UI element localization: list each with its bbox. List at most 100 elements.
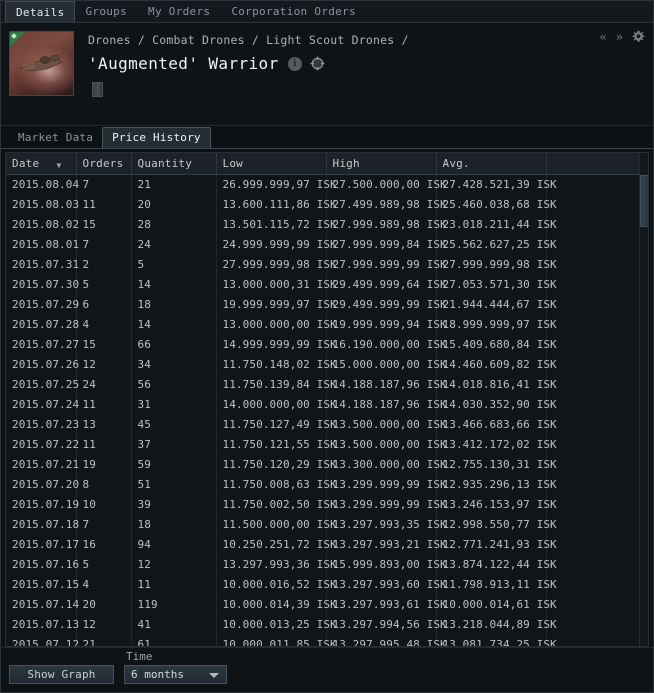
price-history-table: Date ▼ Orders Quantity Low High Avg. 201… (6, 153, 648, 646)
column-header-date[interactable]: Date ▼ (6, 153, 77, 175)
table-row[interactable]: 2015.07.22 11 37 11.750.121,55 ISK 13.500.00… (6, 434, 648, 455)
tab-corporation-orders[interactable]: Corporation Orders (221, 1, 367, 22)
table-row[interactable]: 2015.07.25 24 56 11.750.139,84 ISK 14.188.18… (6, 374, 648, 395)
nav-next-button[interactable]: » (616, 31, 623, 43)
target-icon[interactable] (310, 56, 325, 71)
table-row[interactable]: 2015.08.04 7 21 26.999.999,97 ISK 27.500.000… (6, 174, 648, 195)
meta-variant-icon[interactable] (92, 82, 103, 97)
cell-low: 13.501.115,72 ISK (216, 214, 337, 235)
table-row[interactable]: 2015.07.30 5 14 13.000.000,31 ISK 29.499.999… (6, 274, 648, 295)
cell-quantity: 18 (131, 514, 217, 535)
tab-details[interactable]: Details (5, 1, 76, 22)
table-row[interactable]: 2015.07.15 4 11 10.000.016,52 ISK 13.297.993… (6, 574, 648, 595)
table-row[interactable]: 2015.07.28 4 14 13.000.000,00 ISK 19.999.999… (6, 314, 648, 335)
column-header-quantity[interactable]: Quantity (131, 153, 217, 175)
cell-high: 14.188.187,96 ISK (326, 374, 447, 395)
cell-low: 13.600.111,86 ISK (216, 194, 337, 215)
show-graph-button[interactable]: Show Graph (9, 665, 114, 684)
column-header-low[interactable]: Low (216, 153, 327, 175)
table-row[interactable]: 2015.08.03 11 20 13.600.111,86 ISK 27.499.98… (6, 194, 648, 215)
cell-low: 13.000.000,00 ISK (216, 314, 337, 335)
cell-orders: 4 (76, 574, 132, 595)
table-row[interactable]: 2015.07.18 7 18 11.500.000,00 ISK 13.297.993… (6, 514, 648, 535)
cell-spacer (546, 554, 648, 575)
cell-quantity: 41 (131, 614, 217, 635)
table-row[interactable]: 2015.07.12 21 61 10.000.011,85 ISK 13.297.99… (6, 634, 648, 646)
table-row[interactable]: 2015.07.13 12 41 10.000.013,25 ISK 13.297.99… (6, 614, 648, 635)
table-row[interactable]: 2015.07.20 8 51 11.750.008,63 ISK 13.299.999… (6, 474, 648, 495)
cell-date: 2015.07.27 (6, 334, 79, 355)
cell-low: 10.000.016,52 ISK (216, 574, 337, 595)
cell-date: 2015.08.03 (6, 194, 79, 215)
nav-prev-button[interactable]: « (600, 31, 607, 43)
table-scrollbar[interactable] (639, 153, 648, 646)
cell-avg: 14.018.816,41 ISK (436, 374, 557, 395)
time-range-select[interactable]: 6 months (124, 665, 227, 684)
column-header-orders[interactable]: Orders (76, 153, 132, 175)
subtab-price-history[interactable]: Price History (102, 127, 211, 148)
column-header-high[interactable]: High (326, 153, 437, 175)
tab-groups[interactable]: Groups (75, 1, 138, 22)
cell-quantity: 51 (131, 474, 217, 495)
cell-avg: 13.466.683,66 ISK (436, 414, 557, 435)
cell-high: 19.999.999,94 ISK (326, 314, 447, 335)
drone-item-icon[interactable] (9, 31, 74, 96)
cell-orders: 8 (76, 474, 132, 495)
gear-icon[interactable] (632, 30, 645, 43)
cell-date: 2015.07.21 (6, 454, 79, 475)
table-row[interactable]: 2015.07.27 15 66 14.999.999,99 ISK 16.190.00… (6, 334, 648, 355)
cell-date: 2015.07.14 (6, 594, 79, 615)
cell-low: 14.999.999,99 ISK (216, 334, 337, 355)
table-row[interactable]: 2015.07.23 13 45 11.750.127,49 ISK 13.500.00… (6, 414, 648, 435)
table-row[interactable]: 2015.07.14 20 119 10.000.014,39 ISK 13.297.9… (6, 594, 648, 615)
subtab-market-data[interactable]: Market Data (9, 128, 102, 148)
cell-high: 27.500.000,00 ISK (326, 174, 447, 195)
cell-low: 11.750.139,84 ISK (216, 374, 337, 395)
cell-low: 11.750.121,55 ISK (216, 434, 337, 455)
table-row[interactable]: 2015.07.17 16 94 10.250.251,72 ISK 13.297.99… (6, 534, 648, 555)
cell-avg: 25.460.038,68 ISK (436, 194, 557, 215)
cell-low: 13.000.000,31 ISK (216, 274, 337, 295)
item-header: Drones / Combat Drones / Light Scout Dro… (1, 23, 653, 126)
table-row[interactable]: 2015.07.24 11 31 14.000.000,00 ISK 14.188.18… (6, 394, 648, 415)
tab-my-orders[interactable]: My Orders (138, 1, 221, 22)
cell-low: 11.750.127,49 ISK (216, 414, 337, 435)
subtab-price-history-label: Price History (112, 131, 201, 144)
table-row[interactable]: 2015.08.02 15 28 13.501.115,72 ISK 27.999.98… (6, 214, 648, 235)
cell-quantity: 14 (131, 314, 217, 335)
cell-high: 27.999.999,99 ISK (326, 254, 447, 275)
column-header-quantity-label: Quantity (137, 157, 193, 170)
cell-spacer (546, 354, 648, 375)
cell-spacer (546, 374, 648, 395)
column-header-avg[interactable]: Avg. (436, 153, 547, 175)
breadcrumb[interactable]: Drones / Combat Drones / Light Scout Dro… (88, 33, 409, 47)
cell-spacer (546, 274, 648, 295)
page-title: 'Augmented' Warrior (88, 54, 279, 73)
table-row[interactable]: 2015.07.16 5 12 13.297.993,36 ISK 15.999.893… (6, 554, 648, 575)
cell-low: 11.750.120,29 ISK (216, 454, 337, 475)
table-row[interactable]: 2015.07.19 10 39 11.750.002,50 ISK 13.299.99… (6, 494, 648, 515)
market-details-window: Details Groups My Orders Corporation Ord… (0, 0, 654, 693)
info-icon[interactable]: i (287, 56, 302, 71)
subtab-market-data-label: Market Data (18, 131, 94, 144)
table-row[interactable]: 2015.07.29 6 18 19.999.999,97 ISK 29.499.999… (6, 294, 648, 315)
table-row[interactable]: 2015.07.31 2 5 27.999.999,98 ISK 27.999.999,… (6, 254, 648, 275)
cell-avg: 12.998.550,77 ISK (436, 514, 557, 535)
main-tab-bar: Details Groups My Orders Corporation Ord… (1, 1, 653, 23)
cell-high: 13.297.993,35 ISK (326, 514, 447, 535)
cell-quantity: 94 (131, 534, 217, 555)
cell-date: 2015.08.04 (6, 174, 79, 195)
cell-spacer (546, 634, 648, 646)
table-scrollbar-thumb[interactable] (640, 175, 648, 227)
cell-quantity: 119 (131, 594, 217, 615)
table-row[interactable]: 2015.07.21 19 59 11.750.120,29 ISK 13.300.00… (6, 454, 648, 475)
time-range-value: 6 months (131, 668, 184, 681)
cell-quantity: 66 (131, 334, 217, 355)
cell-quantity: 37 (131, 434, 217, 455)
cell-avg: 27.428.521,39 ISK (436, 174, 557, 195)
table-row[interactable]: 2015.08.01 7 24 24.999.999,99 ISK 27.999.999… (6, 234, 648, 255)
cell-spacer (546, 594, 648, 615)
cell-orders: 10 (76, 494, 132, 515)
cell-spacer (546, 494, 648, 515)
table-row[interactable]: 2015.07.26 12 34 11.750.148,02 ISK 15.000.00… (6, 354, 648, 375)
